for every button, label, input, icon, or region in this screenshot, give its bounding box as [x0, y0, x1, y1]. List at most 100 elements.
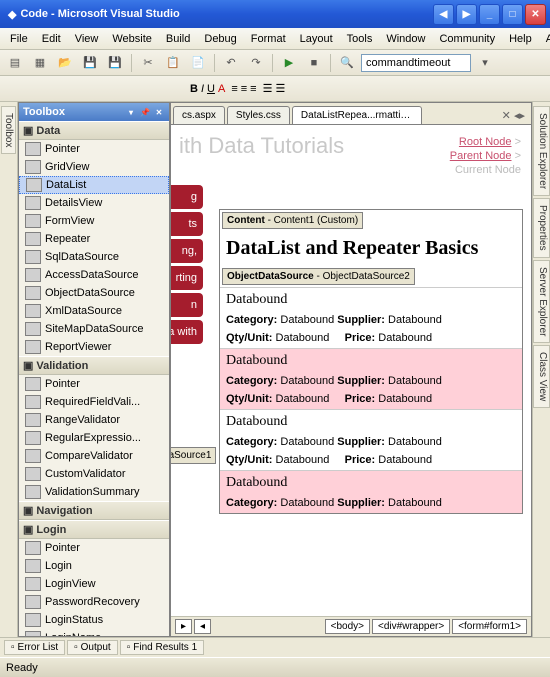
find-button[interactable]: 🔍	[336, 52, 358, 74]
toolbox-item-loginview[interactable]: LoginView	[19, 575, 169, 593]
sidebar-link[interactable]: ng,	[171, 239, 203, 263]
toolbox-item-pointer[interactable]: Pointer	[19, 375, 169, 393]
undo-button[interactable]: ↶	[220, 52, 242, 74]
menu-addins[interactable]: Addins	[540, 31, 550, 47]
toolbox-item-repeater[interactable]: Repeater	[19, 230, 169, 248]
add-item-button[interactable]: ▦	[29, 52, 51, 74]
tag-path-item[interactable]: <body>	[325, 619, 370, 634]
numbering-button[interactable]: ☰	[275, 82, 285, 95]
cut-button[interactable]: ✂	[137, 52, 159, 74]
menu-file[interactable]: File	[4, 31, 34, 47]
datalist-control[interactable]: DataboundCategory: Databound Supplier: D…	[220, 287, 522, 513]
toolbox-item-loginstatus[interactable]: LoginStatus	[19, 611, 169, 629]
toolbox-item-comparevalidator[interactable]: CompareValidator	[19, 447, 169, 465]
ods-tag[interactable]: ObjectDataSource - ObjectDataSource2	[222, 268, 415, 285]
output-tab-output[interactable]: ▫Output	[67, 640, 118, 655]
toolbox-item-gridview[interactable]: GridView	[19, 158, 169, 176]
align-center-button[interactable]: ≡	[241, 83, 247, 95]
toolbox-section-navigation[interactable]: ▣ Navigation	[19, 501, 169, 520]
forecolor-button[interactable]: A	[218, 83, 225, 95]
align-right-button[interactable]: ≡	[250, 83, 256, 95]
menu-edit[interactable]: Edit	[36, 31, 67, 47]
maximize-button[interactable]: □	[502, 4, 523, 25]
output-tab-error-list[interactable]: ▫Error List	[4, 640, 65, 655]
close-button[interactable]: ✕	[525, 4, 546, 25]
toolbox-item-accessdatasource[interactable]: AccessDataSource	[19, 266, 169, 284]
side-tab-class-view[interactable]: Class View	[533, 345, 550, 408]
sidebar-link[interactable]: ts	[171, 212, 203, 236]
sitemap-tag[interactable]: eMapDataSource1	[171, 447, 216, 464]
save-all-button[interactable]: 💾	[104, 52, 126, 74]
find-dropdown[interactable]: ▾	[474, 52, 496, 74]
open-button[interactable]: 📂	[54, 52, 76, 74]
toolbox-item-loginname[interactable]: LoginName	[19, 629, 169, 636]
tab-close-icon[interactable]: ✕ ◂▸	[496, 107, 531, 124]
save-button[interactable]: 💾	[79, 52, 101, 74]
breadcrumb-root[interactable]: Root Node	[459, 136, 512, 148]
toolbox-close-icon[interactable]: ✕	[153, 106, 165, 118]
menu-view[interactable]: View	[69, 31, 105, 47]
toolbox-item-reportviewer[interactable]: ReportViewer	[19, 338, 169, 356]
menu-build[interactable]: Build	[160, 31, 196, 47]
toolbox-item-rangevalidator[interactable]: RangeValidator	[19, 411, 169, 429]
toolbox-item-formview[interactable]: FormView	[19, 212, 169, 230]
menu-tools[interactable]: Tools	[341, 31, 379, 47]
content-placeholder[interactable]: Content - Content1 (Custom) DataList and…	[219, 209, 523, 514]
design-surface[interactable]: ith Data Tutorials Root Node > Parent No…	[171, 125, 531, 616]
toolbox-item-objectdatasource[interactable]: ObjectDataSource	[19, 284, 169, 302]
toolbox-item-regularexpressio[interactable]: RegularExpressio...	[19, 429, 169, 447]
side-tab-properties[interactable]: Properties	[533, 198, 550, 258]
tag-nav-button[interactable]: ◂	[194, 619, 211, 634]
menu-help[interactable]: Help	[503, 31, 538, 47]
toolbox-item-validationsummary[interactable]: ValidationSummary	[19, 483, 169, 501]
align-left-button[interactable]: ≡	[231, 83, 237, 95]
nav-fwd-button[interactable]: ▶	[456, 4, 477, 25]
toolbox-item-datalist[interactable]: DataList	[19, 176, 169, 194]
toolbox-item-customvalidator[interactable]: CustomValidator	[19, 465, 169, 483]
toolbox-item-sitemapdatasource[interactable]: SiteMapDataSource	[19, 320, 169, 338]
toolbox-section-data[interactable]: ▣ Data	[19, 121, 169, 140]
minimize-button[interactable]: _	[479, 4, 500, 25]
toolbox-dropdown-icon[interactable]: ▾	[125, 106, 137, 118]
output-tab-find-results-1[interactable]: ▫Find Results 1	[120, 640, 204, 655]
side-tab-server-explorer[interactable]: Server Explorer	[533, 260, 550, 343]
start-debug-button[interactable]: ▶	[278, 52, 300, 74]
toolbox-section-validation[interactable]: ▣ Validation	[19, 356, 169, 375]
find-input[interactable]	[361, 54, 471, 72]
toolbox-item-xmldatasource[interactable]: XmlDataSource	[19, 302, 169, 320]
toolbox-pin-icon[interactable]: 📌	[139, 106, 151, 118]
sidebar-link[interactable]: g	[171, 185, 203, 209]
menu-format[interactable]: Format	[245, 31, 292, 47]
toolbox-item-login[interactable]: Login	[19, 557, 169, 575]
side-tab-solution-explorer[interactable]: Solution Explorer	[533, 106, 550, 196]
italic-button[interactable]: I	[201, 83, 204, 95]
toolbox-item-pointer[interactable]: Pointer	[19, 539, 169, 557]
content-tag[interactable]: Content - Content1 (Custom)	[222, 212, 363, 229]
sidebar-link[interactable]: rting	[171, 266, 203, 290]
tag-path-item[interactable]: <form#form1>	[452, 619, 527, 634]
menu-debug[interactable]: Debug	[198, 31, 242, 47]
toolbox-side-tab[interactable]: Toolbox	[1, 106, 16, 154]
breadcrumb-parent[interactable]: Parent Node	[450, 150, 512, 162]
redo-button[interactable]: ↷	[245, 52, 267, 74]
copy-button[interactable]: 📋	[162, 52, 184, 74]
nav-back-button[interactable]: ◀	[433, 4, 454, 25]
menu-window[interactable]: Window	[380, 31, 431, 47]
document-tab[interactable]: Styles.css	[227, 106, 290, 124]
new-project-button[interactable]: ▤	[4, 52, 26, 74]
menu-community[interactable]: Community	[433, 31, 501, 47]
toolbox-item-passwordrecovery[interactable]: PasswordRecovery	[19, 593, 169, 611]
toolbox-item-detailsview[interactable]: DetailsView	[19, 194, 169, 212]
menu-layout[interactable]: Layout	[294, 31, 339, 47]
document-tab[interactable]: cs.aspx	[173, 106, 225, 124]
sidebar-link[interactable]: n	[171, 293, 203, 317]
tag-nav-button[interactable]: ▸	[175, 619, 192, 634]
toolbox-item-sqldatasource[interactable]: SqlDataSource	[19, 248, 169, 266]
toolbox-section-login[interactable]: ▣ Login	[19, 520, 169, 539]
document-tab[interactable]: DataListRepea...rmatting.aspx	[292, 106, 422, 124]
tag-path-item[interactable]: <div#wrapper>	[372, 619, 450, 634]
underline-button[interactable]: U	[207, 83, 215, 95]
sidebar-link[interactable]: a with	[171, 320, 203, 344]
menu-website[interactable]: Website	[106, 31, 158, 47]
stop-button[interactable]: ■	[303, 52, 325, 74]
